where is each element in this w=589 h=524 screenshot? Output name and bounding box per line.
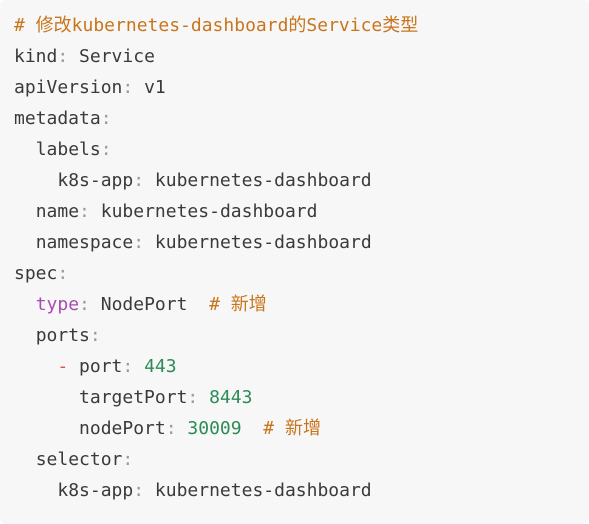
- targetport-key: targetPort: [79, 387, 188, 408]
- selector-key: selector: [35, 449, 123, 470]
- code-line-selector: selector:: [35, 449, 134, 470]
- yaml-code-block: # 修改kubernetes-dashboard的Service类型 kind:…: [0, 0, 589, 524]
- code-line-labels: labels:: [35, 139, 112, 160]
- port-value: 443: [144, 356, 177, 377]
- nodeport-comment: # 新增: [263, 418, 321, 439]
- nodeport-key: nodePort: [79, 418, 166, 439]
- code-line-name: name: kubernetes-dashboard: [35, 201, 318, 222]
- code-line-k8s-app: k8s-app: kubernetes-dashboard: [57, 170, 372, 191]
- code-line-apiversion: apiVersion: v1: [14, 77, 166, 98]
- apiversion-value: v1: [144, 77, 166, 98]
- labels-key: labels: [35, 139, 101, 160]
- code-line-namespace: namespace: kubernetes-dashboard: [35, 232, 372, 253]
- code-line-comment: # 修改kubernetes-dashboard的Service类型: [14, 10, 589, 41]
- type-comment: # 新增: [209, 294, 267, 315]
- spec-key: spec: [14, 263, 58, 284]
- nodeport-value: 30009: [187, 418, 242, 439]
- code-line-type: type: NodePort # 新增: [35, 294, 267, 315]
- list-dash: -: [57, 356, 69, 377]
- name-value: kubernetes-dashboard: [100, 201, 318, 222]
- type-key: type: [35, 294, 80, 315]
- port-key: port: [79, 356, 123, 377]
- targetport-value: 8443: [209, 387, 253, 408]
- ports-key: ports: [35, 325, 90, 346]
- code-line-nodeport: nodePort: 30009 # 新增: [79, 418, 321, 439]
- namespace-value: kubernetes-dashboard: [154, 232, 372, 253]
- namespace-key: namespace: [35, 232, 134, 253]
- selector-app-value: kubernetes-dashboard: [154, 480, 372, 501]
- metadata-key: metadata: [14, 108, 101, 129]
- code-line-kind: kind: Service: [14, 46, 155, 67]
- code-line-selector-app: k8s-app: kubernetes-dashboard: [57, 480, 372, 501]
- header-comment: # 修改kubernetes-dashboard的Service类型: [14, 15, 419, 36]
- k8s-app-key: k8s-app: [57, 170, 134, 191]
- k8s-app-value: kubernetes-dashboard: [154, 170, 372, 191]
- code-line-targetport: targetPort: 8443: [79, 387, 253, 408]
- code-line-ports: ports:: [35, 325, 101, 346]
- kind-key: kind: [14, 46, 58, 67]
- apiversion-key: apiVersion: [14, 77, 123, 98]
- code-line-port: - port: 443: [57, 356, 177, 377]
- code-line-spec: spec:: [14, 263, 69, 284]
- selector-app-key: k8s-app: [57, 480, 134, 501]
- kind-value: Service: [79, 46, 155, 67]
- type-value: NodePort: [100, 294, 188, 315]
- name-key: name: [35, 201, 80, 222]
- code-line-metadata: metadata:: [14, 108, 112, 129]
